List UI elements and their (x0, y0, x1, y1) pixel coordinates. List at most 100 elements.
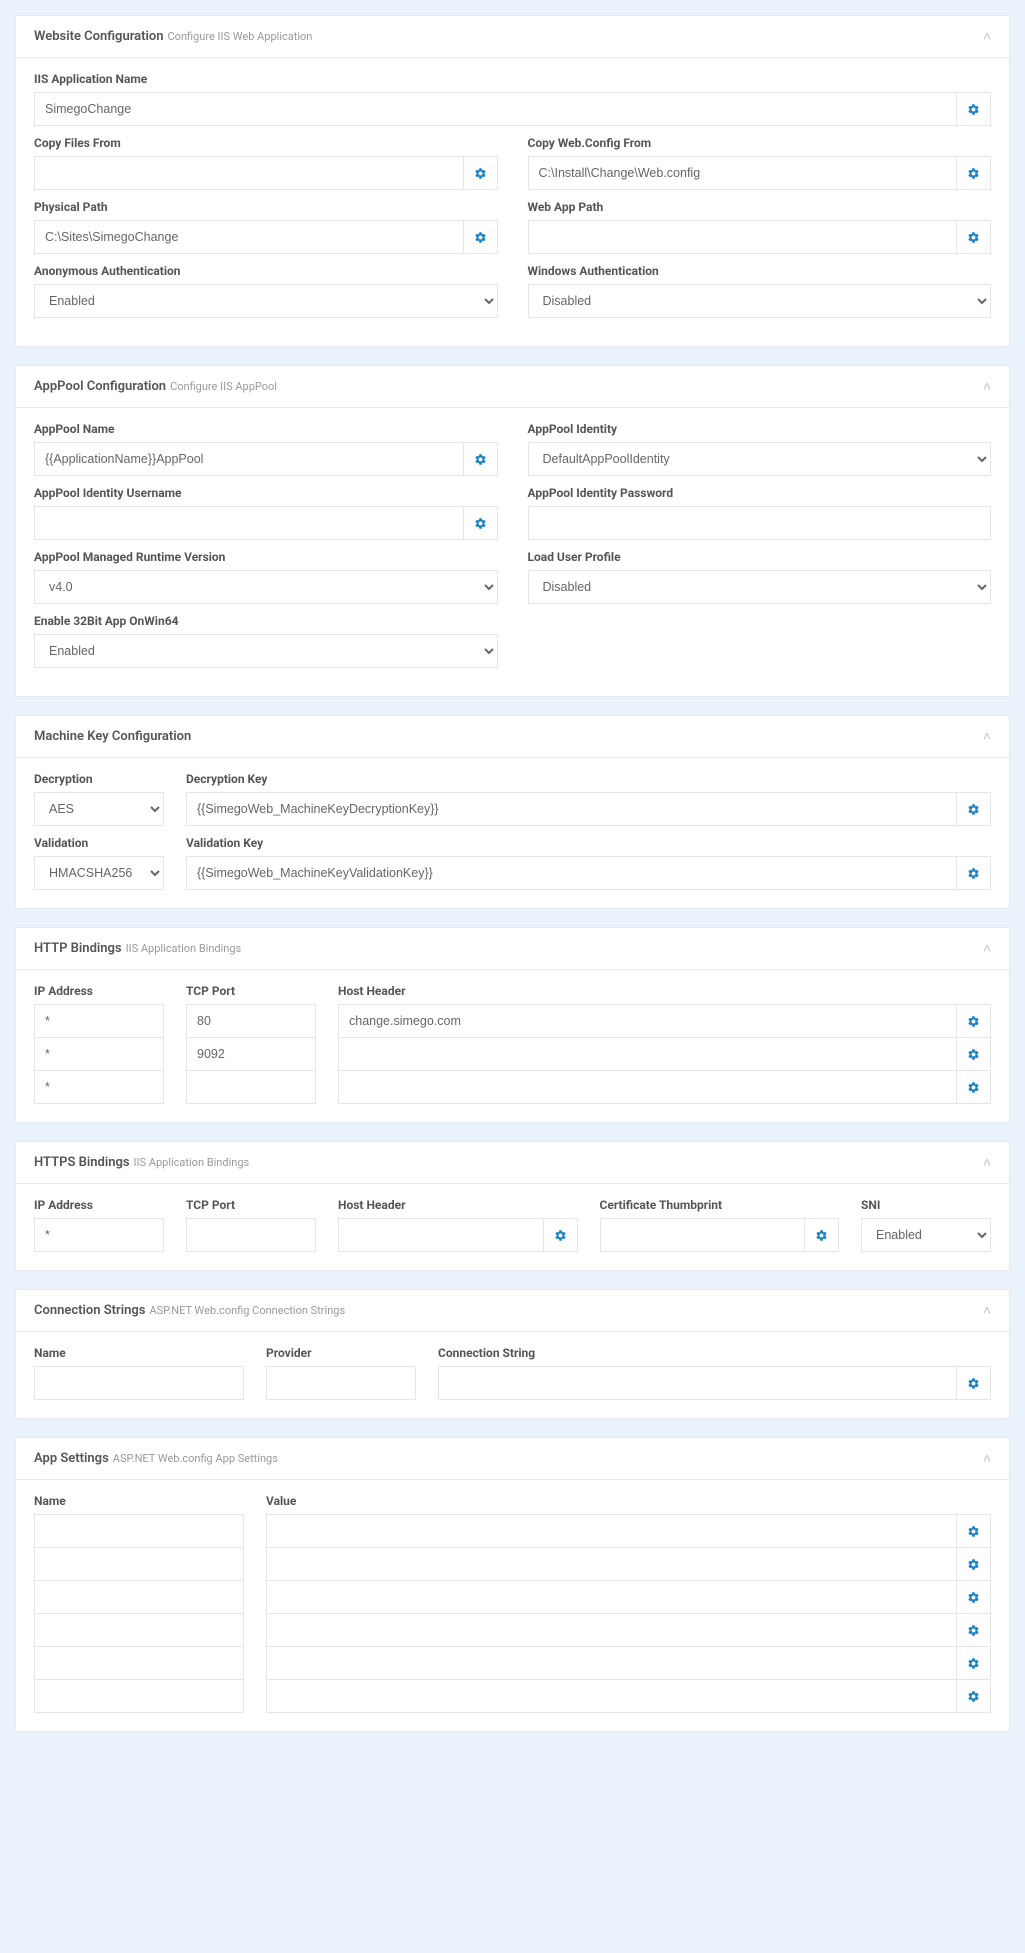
gear-icon[interactable] (957, 1004, 991, 1038)
host-input[interactable] (338, 1037, 957, 1071)
panel-subtitle: Configure IIS Web Application (168, 30, 313, 43)
panel-header: App SettingsASP.NET Web.config App Setti… (16, 1438, 1009, 1480)
gear-icon[interactable] (957, 1580, 991, 1614)
port-input[interactable] (186, 1070, 316, 1104)
apppool-name-input[interactable] (34, 442, 464, 476)
apppool-runtime-select[interactable]: v4.0 (34, 570, 498, 604)
panel-title: HTTP Bindings (34, 941, 122, 956)
gear-icon[interactable] (464, 220, 498, 254)
gear-icon[interactable] (957, 1613, 991, 1647)
value-input[interactable] (266, 1580, 957, 1614)
gear-icon[interactable] (957, 856, 991, 890)
gear-icon[interactable] (957, 1679, 991, 1713)
name-input[interactable] (34, 1547, 244, 1581)
header-cert: Certificate Thumbprint (600, 1198, 840, 1212)
gear-icon[interactable] (957, 1070, 991, 1104)
validation-select[interactable]: HMACSHA256 (34, 856, 164, 890)
win-auth-select[interactable]: Disabled (528, 284, 992, 318)
gear-icon[interactable] (957, 792, 991, 826)
chevron-up-icon[interactable]: ˄ (983, 1154, 991, 1171)
gear-icon[interactable] (957, 92, 991, 126)
chevron-up-icon[interactable]: ˄ (983, 940, 991, 957)
host-input[interactable] (338, 1070, 957, 1104)
web-app-path-input[interactable] (528, 220, 958, 254)
header-value: Value (266, 1494, 991, 1508)
panel-title: Website Configuration (34, 29, 164, 44)
header-sni: SNI (861, 1198, 991, 1212)
gear-icon[interactable] (957, 1037, 991, 1071)
value-input[interactable] (266, 1613, 957, 1647)
apppool-identity-pass-input[interactable] (528, 506, 992, 540)
ip-input[interactable] (34, 1037, 164, 1071)
name-input[interactable] (34, 1679, 244, 1713)
decryption-select[interactable]: AES (34, 792, 164, 826)
name-input[interactable] (34, 1613, 244, 1647)
gear-icon[interactable] (464, 506, 498, 540)
header-host: Host Header (338, 1198, 578, 1212)
panel-title: Connection Strings (34, 1303, 145, 1318)
chevron-up-icon[interactable]: ˄ (983, 1450, 991, 1467)
gear-icon[interactable] (957, 1547, 991, 1581)
label-web-app-path: Web App Path (528, 200, 992, 214)
label-load-user-profile: Load User Profile (528, 550, 992, 564)
gear-icon[interactable] (957, 1366, 991, 1400)
value-input[interactable] (266, 1514, 957, 1548)
anon-auth-select[interactable]: Enabled (34, 284, 498, 318)
host-input[interactable] (338, 1004, 957, 1038)
header-host: Host Header (338, 984, 991, 998)
port-input[interactable] (186, 1037, 316, 1071)
panel-subtitle: ASP.NET Web.config Connection Strings (149, 1304, 345, 1317)
decryption-key-input[interactable] (186, 792, 957, 826)
panel-apppool-config: AppPool ConfigurationConfigure IIS AppPo… (15, 365, 1010, 697)
apppool-identity-select[interactable]: DefaultAppPoolIdentity (528, 442, 992, 476)
port-input[interactable] (186, 1218, 316, 1252)
value-input[interactable] (266, 1646, 957, 1680)
label-validation-key: Validation Key (186, 836, 991, 850)
chevron-up-icon[interactable]: ˄ (983, 1302, 991, 1319)
table-row (34, 1037, 991, 1071)
ip-input[interactable] (34, 1004, 164, 1038)
host-input[interactable] (338, 1218, 544, 1252)
ip-input[interactable] (34, 1218, 164, 1252)
panel-subtitle: IIS Application Bindings (126, 942, 242, 955)
load-user-profile-select[interactable]: Disabled (528, 570, 992, 604)
table-row (34, 1646, 991, 1680)
chevron-up-icon[interactable]: ˄ (983, 728, 991, 745)
iis-app-name-input[interactable] (34, 92, 957, 126)
conn-input[interactable] (438, 1366, 957, 1400)
table-row (34, 1679, 991, 1713)
gear-icon[interactable] (544, 1218, 578, 1252)
provider-input[interactable] (266, 1366, 416, 1400)
ip-input[interactable] (34, 1070, 164, 1104)
gear-icon[interactable] (464, 442, 498, 476)
copy-webconfig-from-input[interactable] (528, 156, 958, 190)
validation-key-input[interactable] (186, 856, 957, 890)
sni-select[interactable]: Enabled (861, 1218, 991, 1252)
cert-input[interactable] (600, 1218, 806, 1252)
port-input[interactable] (186, 1004, 316, 1038)
name-input[interactable] (34, 1366, 244, 1400)
name-input[interactable] (34, 1580, 244, 1614)
table-row (34, 1547, 991, 1581)
gear-icon[interactable] (957, 156, 991, 190)
copy-files-from-input[interactable] (34, 156, 464, 190)
label-decryption-key: Decryption Key (186, 772, 991, 786)
gear-icon[interactable] (957, 220, 991, 254)
gear-icon[interactable] (805, 1218, 839, 1252)
gear-icon[interactable] (464, 156, 498, 190)
value-input[interactable] (266, 1679, 957, 1713)
label-apppool-identity: AppPool Identity (528, 422, 992, 436)
name-input[interactable] (34, 1514, 244, 1548)
name-input[interactable] (34, 1646, 244, 1680)
chevron-up-icon[interactable]: ˄ (983, 28, 991, 45)
chevron-up-icon[interactable]: ˄ (983, 378, 991, 395)
physical-path-input[interactable] (34, 220, 464, 254)
apppool-identity-user-input[interactable] (34, 506, 464, 540)
gear-icon[interactable] (957, 1646, 991, 1680)
label-enable-32bit: Enable 32Bit App OnWin64 (34, 614, 498, 628)
gear-icon[interactable] (957, 1514, 991, 1548)
panel-title: AppPool Configuration (34, 379, 166, 394)
panel-app-settings: App SettingsASP.NET Web.config App Setti… (15, 1437, 1010, 1732)
enable-32bit-select[interactable]: Enabled (34, 634, 498, 668)
value-input[interactable] (266, 1547, 957, 1581)
